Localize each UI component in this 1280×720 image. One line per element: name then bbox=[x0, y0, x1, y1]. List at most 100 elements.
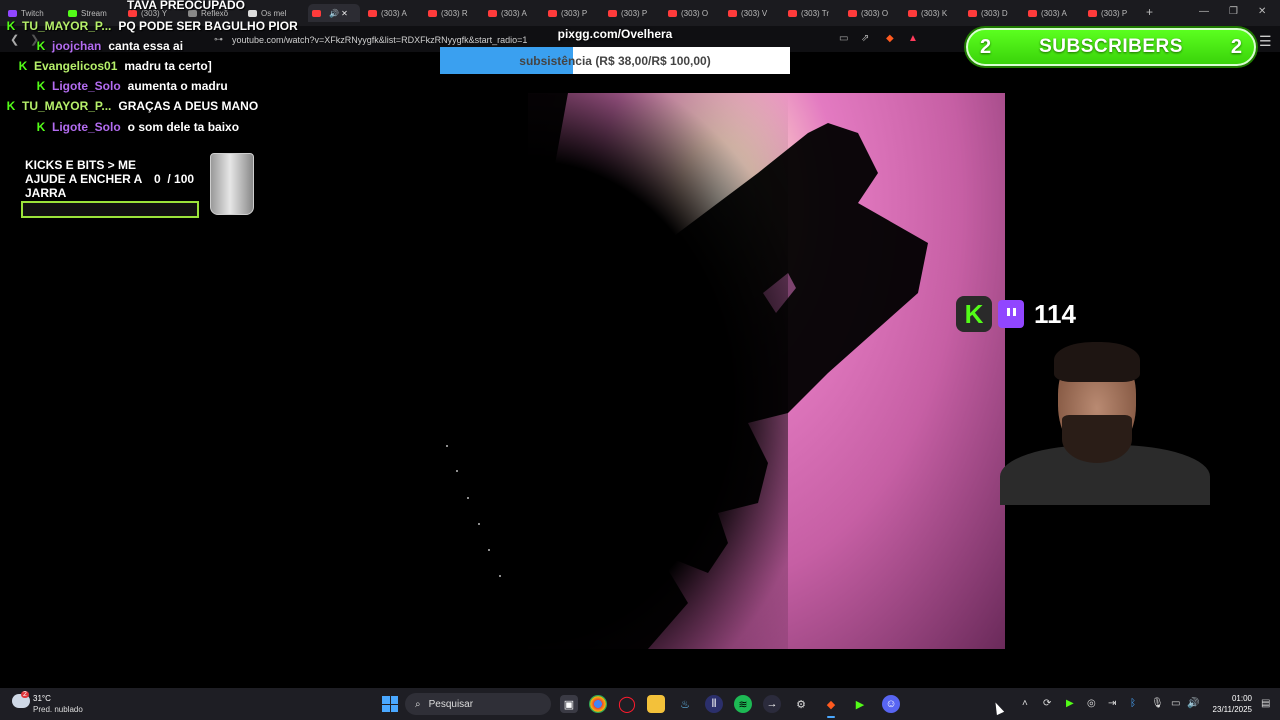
weather-temperature[interactable]: 31°C bbox=[33, 694, 51, 703]
spotify-icon[interactable]: ≋ bbox=[734, 695, 752, 713]
minimize-button[interactable]: — bbox=[1199, 6, 1209, 17]
audio-app-icon[interactable]: ⦀ bbox=[705, 695, 723, 713]
subscribers-counter: 2 SUBSCRIBERS 2 bbox=[966, 28, 1256, 66]
tab-favicon-icon bbox=[668, 9, 677, 17]
browser-tab[interactable]: (303) O bbox=[668, 4, 722, 22]
new-tab-button[interactable]: + bbox=[1146, 5, 1153, 19]
notifications-icon[interactable]: ▤ bbox=[1261, 698, 1270, 709]
browser-tab[interactable]: (303) P bbox=[1088, 4, 1142, 22]
tray-overflow-icon[interactable]: ˄ bbox=[1022, 698, 1028, 709]
brave-browser-icon[interactable]: ◆ bbox=[822, 695, 840, 713]
music-video[interactable] bbox=[528, 93, 1005, 649]
kicks-bits-goal-text: KICKS E BITS > ME AJUDE A ENCHER A JARRA bbox=[25, 158, 142, 200]
jar-icon bbox=[210, 153, 254, 215]
pix-goal-bar: subsistência (R$ 38,00/R$ 100,00) bbox=[440, 47, 790, 74]
clock-date[interactable]: 23/11/2025 bbox=[1207, 705, 1252, 714]
microphone-icon[interactable]: 🎙 bbox=[1151, 698, 1164, 709]
tray-arrow-icon[interactable]: ⇥ bbox=[1108, 698, 1116, 709]
tab-audio-close-icon[interactable]: 🔊 ✕ bbox=[329, 9, 348, 18]
app-arrow-icon[interactable]: → bbox=[763, 695, 781, 713]
tab-favicon-icon bbox=[968, 9, 977, 17]
browser-tab[interactable]: (303) Tr bbox=[788, 4, 842, 22]
tab-label: (303) R bbox=[441, 8, 468, 18]
tab-favicon-icon bbox=[608, 9, 617, 17]
active-app-indicator bbox=[827, 716, 835, 718]
tab-favicon-icon bbox=[428, 9, 437, 17]
discord-icon[interactable]: ☺ bbox=[882, 695, 900, 713]
browser-tab[interactable]: (303) A bbox=[1028, 4, 1082, 22]
brave-shields-icon[interactable]: ◆ bbox=[886, 33, 894, 44]
tab-favicon-icon bbox=[788, 9, 797, 17]
opera-icon[interactable]: ◯ bbox=[618, 695, 636, 713]
tab-favicon-icon bbox=[728, 9, 737, 17]
sync-icon[interactable]: ⟳ bbox=[1043, 698, 1051, 709]
file-explorer-icon[interactable] bbox=[647, 695, 665, 713]
browser-menu-icon[interactable]: ☰ bbox=[1259, 33, 1272, 50]
site-settings-icon[interactable]: ⊶ bbox=[214, 34, 223, 45]
kick-badge-icon: K bbox=[6, 99, 16, 113]
kick-logo-icon: K bbox=[956, 296, 992, 332]
tab-label: (303) O bbox=[861, 8, 889, 18]
browser-tab[interactable]: (303) A bbox=[488, 4, 542, 22]
kick-badge-icon: K bbox=[36, 39, 46, 53]
share-icon[interactable]: ⇗ bbox=[861, 33, 869, 44]
tab-label: (303) O bbox=[681, 8, 709, 18]
browser-tab[interactable]: (303) V bbox=[728, 4, 782, 22]
subscribers-label: SUBSCRIBERS bbox=[1039, 36, 1183, 57]
video-shadow bbox=[528, 93, 788, 649]
viewer-count: 114 bbox=[1034, 298, 1076, 329]
tray-play-icon[interactable]: ▶ bbox=[1066, 698, 1074, 709]
particle bbox=[488, 549, 490, 551]
maximize-button[interactable]: ❐ bbox=[1229, 6, 1238, 17]
chat-message: K Ligote_Solo aumenta o madru bbox=[34, 77, 228, 95]
task-view-icon[interactable]: ▣ bbox=[560, 695, 578, 713]
cast-icon[interactable]: ▭ bbox=[839, 33, 848, 44]
pix-goal-title: pixgg.com/Ovelhera bbox=[557, 27, 673, 41]
subscribers-count-right: 2 bbox=[1230, 35, 1242, 58]
browser-tab[interactable]: (303) R bbox=[428, 4, 482, 22]
settings-gear-icon[interactable]: ⚙ bbox=[792, 695, 810, 713]
browser-tab[interactable]: (303) P bbox=[608, 4, 662, 22]
pix-goal-label: subsistência (R$ 38,00/R$ 100,00) bbox=[519, 53, 711, 68]
taskbar-search[interactable]: ⌕ Pesquisar bbox=[405, 693, 551, 715]
tab-favicon-icon bbox=[548, 9, 557, 17]
chrome-icon[interactable] bbox=[589, 695, 607, 713]
tab-favicon-icon bbox=[488, 9, 497, 17]
goal-total: / 100 bbox=[167, 172, 195, 186]
close-window-button[interactable]: ✕ bbox=[1258, 6, 1266, 17]
chat-top-banner: TAVA PREOCUPADO bbox=[127, 0, 246, 12]
chat-text: PQ PODE SER BAGULHO PIOR bbox=[118, 19, 298, 33]
goal-current: 0 bbox=[154, 172, 161, 186]
tab-label: (303) A bbox=[501, 8, 527, 18]
twitch-logo-icon bbox=[998, 300, 1024, 328]
browser-tab[interactable]: (303) D bbox=[968, 4, 1022, 22]
browser-tab[interactable]: (303) O bbox=[848, 4, 902, 22]
tab-favicon-icon bbox=[1088, 9, 1097, 17]
chat-text: aumenta o madru bbox=[127, 79, 228, 93]
tray-circle-icon[interactable]: ◎ bbox=[1087, 698, 1096, 709]
viewer-stats: K 114 bbox=[956, 296, 1076, 332]
particle bbox=[446, 445, 448, 447]
webcam-hair bbox=[1054, 342, 1140, 382]
kick-badge-icon: K bbox=[6, 19, 16, 33]
webcam-feed bbox=[1000, 340, 1210, 505]
steam-icon[interactable]: ♨ bbox=[676, 695, 694, 713]
chat-message: Kjoojchan canta essa ai bbox=[34, 37, 183, 55]
browser-tab[interactable]: (303) K bbox=[908, 4, 962, 22]
clock-time[interactable]: 01:00 bbox=[1225, 694, 1252, 703]
weather-description[interactable]: Pred. nublado bbox=[33, 705, 83, 714]
particle bbox=[478, 523, 480, 525]
bluetooth-icon[interactable]: ᛒ bbox=[1130, 698, 1136, 709]
start-button[interactable] bbox=[382, 696, 398, 712]
volume-icon[interactable]: 🔊 bbox=[1187, 698, 1199, 709]
stream-app-icon[interactable]: ▶ bbox=[851, 695, 869, 713]
chat-text: GRAÇAS A DEUS MANO bbox=[118, 99, 259, 113]
browser-tab[interactable]: (303) P bbox=[548, 4, 602, 22]
search-placeholder: Pesquisar bbox=[428, 698, 474, 710]
network-icon[interactable]: ▭ bbox=[1171, 698, 1180, 709]
browser-tab[interactable]: 🔊 ✕ bbox=[308, 4, 360, 22]
brave-rewards-icon[interactable]: ▲ bbox=[908, 33, 918, 44]
tab-label: (303) P bbox=[621, 8, 648, 18]
tab-favicon-icon bbox=[8, 9, 17, 17]
browser-tab[interactable]: (303) A bbox=[368, 4, 422, 22]
